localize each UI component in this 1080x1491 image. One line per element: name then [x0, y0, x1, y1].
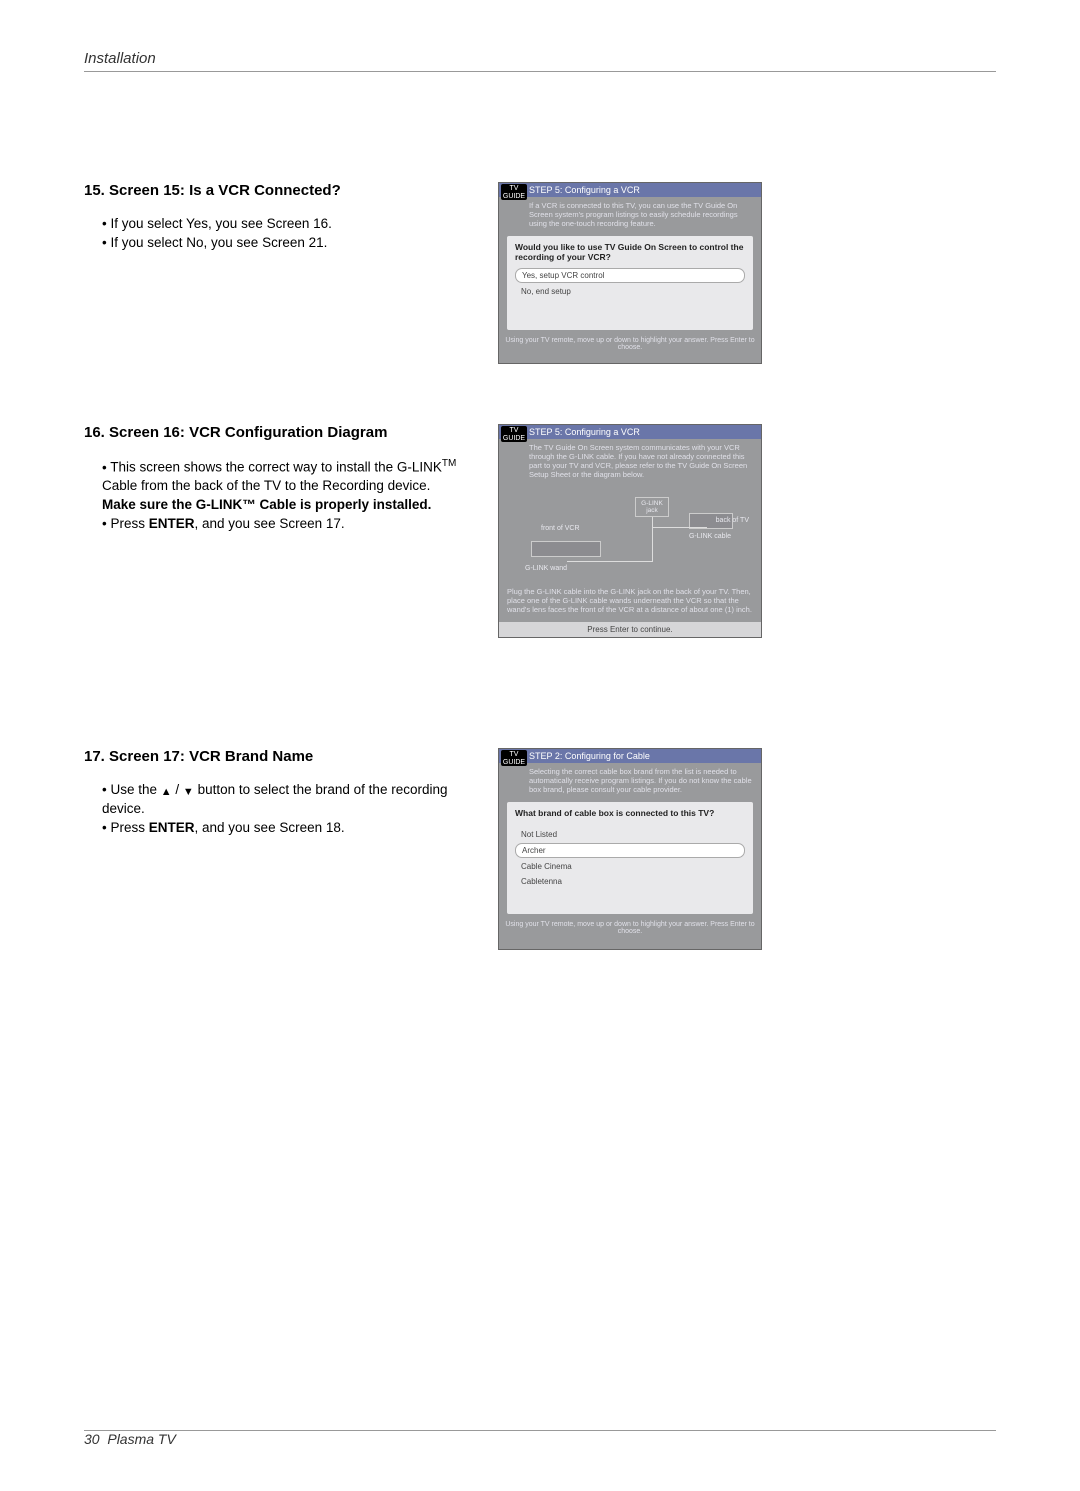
tvguide-logo-icon: TVGUIDE [501, 426, 527, 442]
box15-intro: If a VCR is connected to this TV, you ca… [499, 197, 761, 232]
s16-bullet-2: Press ENTER, and you see Screen 17. [102, 515, 484, 534]
up-arrow-icon: ▲ [161, 787, 172, 798]
s16-bullet-1: This screen shows the correct way to ins… [102, 457, 484, 496]
box16-caption: Plug the G-LINK cable into the G-LINK ja… [499, 583, 761, 618]
box17-opt-cabletenna[interactable]: Cabletenna [515, 875, 745, 888]
box17-opt-archer[interactable]: Archer [515, 843, 745, 858]
page-header: Installation [84, 50, 996, 67]
box16-title: STEP 5: Configuring a VCR [499, 425, 761, 439]
section-16: 16. Screen 16: VCR Configuration Diagram… [84, 424, 996, 638]
box15-question: Would you like to use TV Guide On Screen… [515, 242, 745, 262]
box17-title: STEP 2: Configuring for Cable [499, 749, 761, 763]
page-number: 30 [84, 1431, 100, 1447]
heading-15: 15. Screen 15: Is a VCR Connected? [84, 182, 484, 199]
page-footer: 30 Plasma TV [84, 1430, 996, 1451]
tvguide-logo-icon: TVGUIDE [501, 750, 527, 766]
box17-question: What brand of cable box is connected to … [515, 808, 745, 818]
screenshot-16: TVGUIDE STEP 5: Configuring a VCR The TV… [498, 424, 762, 638]
box16-intro: The TV Guide On Screen system communicat… [499, 439, 761, 483]
s17-bullet-2: Press ENTER, and you see Screen 18. [102, 819, 484, 838]
box16-diagram: G-LINK jack front of VCR back of TV G-LI… [507, 489, 753, 579]
s15-bullet-2: If you select No, you see Screen 21. [102, 234, 484, 253]
down-arrow-icon: ▼ [183, 787, 194, 798]
glink-jack-label: G-LINK jack [635, 497, 669, 517]
box17-intro: Selecting the correct cable box brand fr… [499, 763, 761, 798]
screenshot-17: TVGUIDE STEP 2: Configuring for Cable Se… [498, 748, 762, 950]
box15-opt-yes[interactable]: Yes, setup VCR control [515, 268, 745, 283]
box17-opt-notlisted[interactable]: Not Listed [515, 828, 745, 841]
label-front-vcr: front of VCR [541, 525, 580, 532]
header-rule [84, 71, 996, 72]
s15-bullet-1: If you select Yes, you see Screen 16. [102, 215, 484, 234]
heading-16: 16. Screen 16: VCR Configuration Diagram [84, 424, 484, 441]
s16-note: Make sure the G-LINK™ Cable is properly … [84, 496, 484, 515]
vcr-rect-icon [531, 541, 601, 557]
box16-continue[interactable]: Press Enter to continue. [499, 622, 761, 637]
heading-17: 17. Screen 17: VCR Brand Name [84, 748, 484, 765]
product-name: Plasma TV [107, 1431, 175, 1447]
label-glink-wand: G-LINK wand [525, 565, 567, 572]
box17-opt-cablecinema[interactable]: Cable Cinema [515, 860, 745, 873]
box15-footer: Using your TV remote, move up or down to… [499, 334, 761, 356]
label-glink-cable: G-LINK cable [689, 533, 731, 540]
label-back-tv: back of TV [716, 517, 749, 524]
section-17: 17. Screen 17: VCR Brand Name Use the ▲ … [84, 748, 996, 950]
s17-bullet-1: Use the ▲ / ▼ button to select the brand… [102, 781, 484, 819]
box15-title: STEP 5: Configuring a VCR [499, 183, 761, 197]
tvguide-logo-icon: TVGUIDE [501, 184, 527, 200]
screenshot-15: TVGUIDE STEP 5: Configuring a VCR If a V… [498, 182, 762, 364]
box15-opt-no[interactable]: No, end setup [515, 285, 745, 298]
box17-footer: Using your TV remote, move up or down to… [499, 918, 761, 940]
section-15: 15. Screen 15: Is a VCR Connected? If yo… [84, 182, 996, 364]
